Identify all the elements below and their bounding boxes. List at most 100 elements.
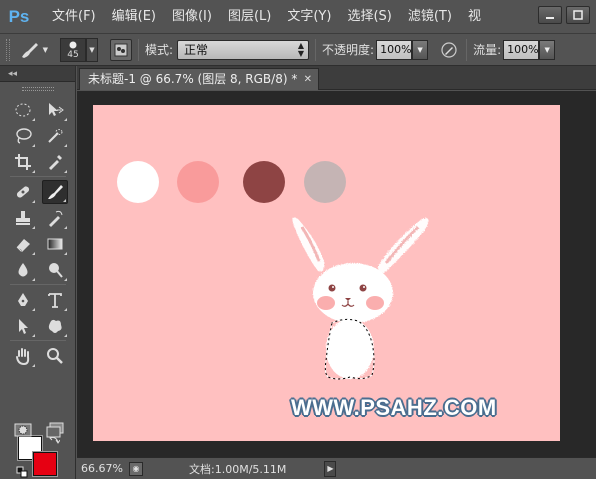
color-sample-gray-pink — [304, 161, 346, 203]
toolbox-grip[interactable] — [0, 82, 75, 96]
status-menu-button[interactable]: ▶ — [324, 460, 337, 477]
menu-type[interactable]: 文字(Y) — [279, 0, 339, 34]
eraser-tool[interactable] — [10, 232, 36, 256]
blend-mode-value: 正常 — [184, 42, 209, 57]
minimize-button[interactable] — [538, 6, 562, 24]
divider — [10, 284, 66, 285]
quick-selection-tool[interactable] — [42, 124, 68, 148]
status-bar: 66.67% ◉ 文档:1.00M/5.11M ▶ — [77, 457, 596, 479]
updown-arrow-icon: ▲ ▼ — [297, 40, 305, 58]
divider — [138, 38, 139, 61]
opacity-dropdown[interactable]: ▼ — [412, 39, 429, 60]
move-icon — [49, 103, 64, 116]
hand-tool[interactable] — [10, 344, 36, 368]
gradient-icon — [47, 238, 63, 250]
brush-icon — [48, 185, 63, 199]
screen-mode-button[interactable] — [42, 418, 68, 442]
gradient-tool[interactable] — [42, 232, 68, 256]
canvas-workspace[interactable]: WWW.PSAHZ.COM — [77, 91, 596, 457]
healing-brush-tool[interactable] — [10, 180, 36, 204]
lasso-tool[interactable] — [10, 124, 36, 148]
options-bar-grip[interactable] — [6, 38, 10, 61]
marquee-tool[interactable] — [10, 98, 36, 122]
opacity-input[interactable]: 100% — [376, 39, 413, 60]
eyedropper-tool[interactable] — [42, 150, 68, 174]
opacity-label: 不透明度: — [322, 43, 375, 57]
background-color-swatch[interactable] — [32, 451, 58, 477]
color-sample-dark-red — [243, 161, 285, 203]
type-tool[interactable] — [42, 288, 68, 312]
zoom-level[interactable]: 66.67% — [77, 462, 125, 475]
menu-edit[interactable]: 编辑(E) — [104, 0, 164, 34]
eyedropper-icon — [49, 155, 62, 170]
watermark-text: WWW.PSAHZ.COM — [291, 395, 497, 420]
menu-file[interactable]: 文件(F) — [44, 0, 104, 34]
options-bar: ▼ 45 ▼ 模式: 正常 ▲ ▼ 不透明度: 100% ▼ 流量: 100% ▼ — [0, 34, 596, 66]
screen-mode-icon — [46, 422, 64, 438]
flow-input[interactable]: 100% — [503, 39, 540, 60]
move-tool[interactable] — [42, 98, 68, 122]
bunny-illustration — [292, 217, 429, 380]
menu-view[interactable]: 视 — [460, 0, 489, 34]
water-drop-icon — [18, 263, 28, 277]
divider — [466, 38, 468, 61]
dodge-tool[interactable] — [42, 258, 68, 282]
document-tab[interactable]: 未标题-1 @ 66.7% (图层 8, RGB/8) * ✕ — [79, 68, 319, 90]
menu-select[interactable]: 选择(S) — [339, 0, 399, 34]
chevron-down-icon: ▼ — [42, 45, 48, 54]
status-info-button[interactable]: ◉ — [129, 461, 143, 476]
menu-layer[interactable]: 图层(L) — [220, 0, 279, 34]
history-brush-icon — [49, 210, 63, 227]
tool-preset-picker[interactable]: ▼ — [18, 38, 48, 62]
brush-preset-dropdown[interactable]: ▼ — [86, 37, 98, 62]
camera-icon: ◉ — [132, 464, 140, 473]
zoom-tool[interactable] — [42, 344, 68, 368]
pressure-opacity-button[interactable] — [438, 39, 460, 61]
menu-image[interactable]: 图像(I) — [164, 0, 220, 34]
shape-blob-icon — [48, 319, 62, 333]
lasso-icon — [16, 128, 32, 144]
quick-mask-icon — [14, 423, 32, 437]
blur-tool[interactable] — [10, 258, 36, 282]
brush-panel-icon — [114, 43, 128, 56]
flow-dropdown[interactable]: ▼ — [539, 39, 556, 60]
divider — [315, 38, 317, 61]
eraser-icon — [16, 239, 30, 252]
custom-shape-tool[interactable] — [42, 314, 68, 338]
play-arrow-icon: ▶ — [327, 464, 334, 473]
path-selection-tool[interactable] — [10, 314, 36, 338]
history-brush-tool[interactable] — [42, 206, 68, 230]
default-colors-icon[interactable] — [16, 466, 28, 478]
toolbox: ◂◂ — [0, 66, 76, 479]
crop-tool[interactable] — [10, 150, 36, 174]
brush-size-value: 45 — [67, 49, 79, 60]
color-sample-light-red — [177, 161, 219, 203]
color-sample-white — [117, 161, 159, 203]
flow-label: 流量: — [473, 43, 502, 57]
ellipse-marquee-icon — [15, 103, 31, 117]
chevron-down-icon: ▼ — [544, 45, 550, 54]
collapse-icon: ◂◂ — [8, 68, 18, 79]
pen-tool[interactable] — [10, 288, 36, 312]
document-canvas[interactable]: WWW.PSAHZ.COM — [93, 105, 560, 441]
toolbox-header[interactable]: ◂◂ — [0, 66, 75, 82]
maximize-button[interactable] — [566, 6, 590, 24]
dodge-icon — [49, 263, 63, 278]
stamp-icon — [16, 211, 30, 225]
clone-stamp-tool[interactable] — [10, 206, 36, 230]
type-icon — [48, 293, 62, 308]
close-icon[interactable]: ✕ — [304, 69, 312, 90]
maximize-icon — [573, 10, 583, 20]
chevron-down-icon: ▼ — [89, 45, 95, 54]
window-controls — [538, 6, 590, 24]
menu-filter[interactable]: 滤镜(T) — [400, 0, 460, 34]
blend-mode-select[interactable]: 正常 ▲ ▼ — [177, 39, 310, 60]
brush-preset-picker[interactable]: 45 — [60, 37, 86, 62]
brush-icon — [22, 42, 38, 58]
brush-tool[interactable] — [42, 180, 68, 204]
hand-icon — [16, 348, 30, 365]
brush-panel-button[interactable] — [110, 38, 132, 61]
brush-tip-icon — [69, 41, 77, 48]
document-tab-bar: 未标题-1 @ 66.7% (图层 8, RGB/8) * ✕ — [77, 66, 596, 90]
quick-mask-button[interactable] — [10, 418, 36, 442]
